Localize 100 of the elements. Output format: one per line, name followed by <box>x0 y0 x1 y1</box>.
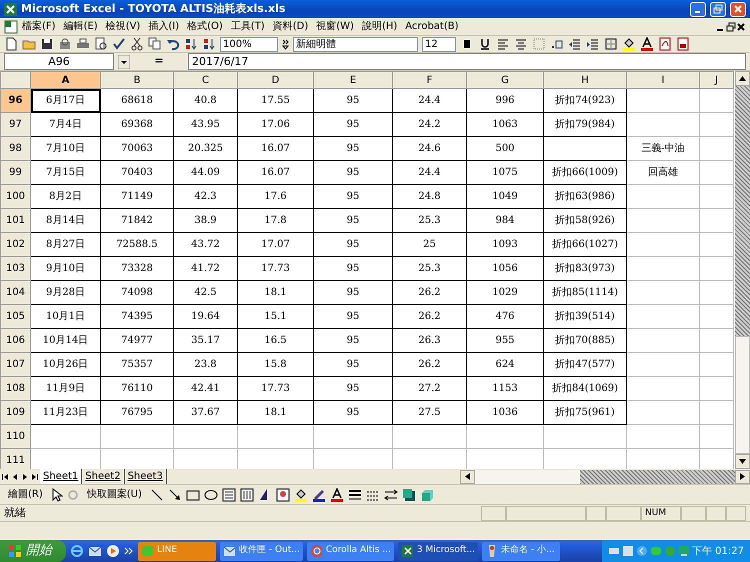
menu-item[interactable]: 檔案(F) <box>18 19 60 34</box>
autoshapes-menu[interactable]: 快取圖案(U) <box>82 487 146 502</box>
increase-indent-icon[interactable] <box>586 37 600 51</box>
start-button[interactable]: 開始 <box>0 540 66 562</box>
name-box[interactable]: A96 <box>4 53 114 70</box>
row-header[interactable]: 96 <box>0 88 30 112</box>
font-color-a-icon[interactable] <box>330 488 344 502</box>
line-color-icon[interactable] <box>312 488 326 502</box>
print-icon[interactable] <box>76 37 90 51</box>
fill-color-bucket-icon[interactable] <box>294 488 308 502</box>
sheet-tab[interactable]: Sheet1 <box>40 469 82 484</box>
row-header[interactable]: 107 <box>0 352 30 376</box>
row-header[interactable]: 109 <box>0 400 30 424</box>
menu-item[interactable]: 資料(D) <box>268 19 312 34</box>
scroll-right-icon[interactable] <box>740 473 745 480</box>
column-header[interactable]: A <box>30 72 100 88</box>
permission-icon[interactable] <box>58 37 72 51</box>
vertical-scrollbar[interactable] <box>735 71 750 469</box>
scroll-down-icon[interactable] <box>739 459 746 464</box>
column-header[interactable]: J <box>700 72 734 88</box>
menu-item[interactable]: 視窗(W) <box>312 19 358 34</box>
expand-tray-icon[interactable] <box>636 545 648 557</box>
oval-icon[interactable] <box>204 488 218 502</box>
line-style-icon[interactable] <box>348 488 362 502</box>
arrow-icon[interactable] <box>168 488 182 502</box>
undo-icon[interactable] <box>166 37 180 51</box>
cut-icon[interactable] <box>130 37 144 51</box>
help-icon[interactable] <box>622 545 634 557</box>
row-header[interactable]: 101 <box>0 208 30 232</box>
browser-e-icon[interactable] <box>70 544 84 558</box>
row-header[interactable]: 108 <box>0 376 30 400</box>
row-header[interactable]: 105 <box>0 304 30 328</box>
menu-item[interactable]: 說明(H) <box>358 19 402 34</box>
column-header[interactable]: G <box>466 72 544 88</box>
toolbar-options-icon[interactable] <box>282 38 289 50</box>
column-header[interactable]: H <box>544 72 626 88</box>
media-player-icon[interactable] <box>106 544 120 558</box>
close-icon[interactable] <box>736 22 746 32</box>
sheet-tab[interactable]: Sheet2 <box>82 469 125 484</box>
taskbar-button[interactable]: 未命名 - 小... <box>482 542 560 560</box>
active-cell[interactable]: 6月17日 <box>30 88 100 112</box>
zoom-dropdown[interactable]: 100% <box>220 36 278 52</box>
column-header[interactable]: B <box>100 72 174 88</box>
horizontal-scrollbar[interactable] <box>460 470 750 484</box>
row-header[interactable]: 111 <box>0 448 30 469</box>
print-preview-icon[interactable] <box>94 37 108 51</box>
shadow-icon[interactable] <box>402 488 416 502</box>
row-header[interactable]: 104 <box>0 280 30 304</box>
excel-logo-icon[interactable] <box>400 544 413 558</box>
scroll-left-icon[interactable] <box>465 473 470 480</box>
line-icon[interactable] <box>150 488 164 502</box>
column-header[interactable]: C <box>174 72 238 88</box>
more-chevron-icon[interactable] <box>124 546 134 556</box>
formula-field[interactable]: 2017/6/17 <box>188 53 746 70</box>
pdf-attach-icon[interactable] <box>676 37 690 51</box>
menu-item[interactable]: 檢視(V) <box>102 19 144 34</box>
row-header[interactable]: 103 <box>0 256 30 280</box>
menu-item[interactable]: 編輯(E) <box>60 19 102 34</box>
column-header[interactable]: F <box>392 72 466 88</box>
scroll-up-icon[interactable] <box>739 76 746 81</box>
row-header[interactable]: 99 <box>0 160 30 184</box>
menu-item[interactable]: 插入(I) <box>144 19 184 34</box>
browser-icon[interactable] <box>310 544 322 558</box>
row-header[interactable]: 110 <box>0 424 30 448</box>
sheet-tab[interactable]: Sheet3 <box>124 469 167 484</box>
dropdown-arrow-icon[interactable] <box>118 54 130 68</box>
arrow-style-icon[interactable] <box>384 488 398 502</box>
column-header[interactable]: E <box>314 72 392 88</box>
minimize-button[interactable] <box>690 2 706 16</box>
font-color-icon[interactable] <box>640 37 654 51</box>
taskbar-button[interactable]: Corolla Altis ... <box>306 542 394 560</box>
row-header[interactable]: 97 <box>0 112 30 136</box>
menu-item[interactable]: Acrobat(B) <box>401 19 462 34</box>
taskbar-button[interactable]: 3 Microsoft... <box>398 542 478 560</box>
rectangle-icon[interactable] <box>186 488 200 502</box>
restore-button[interactable] <box>710 2 726 16</box>
mail-icon[interactable] <box>223 544 235 558</box>
menu-item[interactable]: 格式(O) <box>183 19 227 34</box>
keyboard-icon[interactable] <box>608 545 620 557</box>
row-header[interactable]: 102 <box>0 232 30 256</box>
underline-icon[interactable] <box>478 37 492 51</box>
menu-item[interactable]: 工具(T) <box>226 19 269 34</box>
sort-descending-icon[interactable] <box>202 37 216 51</box>
excel-sheet-icon[interactable] <box>4 20 18 34</box>
mail-icon[interactable] <box>88 544 102 558</box>
row-header[interactable]: 106 <box>0 328 30 352</box>
row-header[interactable]: 98 <box>0 136 30 160</box>
font-size-dropdown[interactable]: 12 <box>422 36 456 52</box>
row-header[interactable]: 100 <box>0 184 30 208</box>
vertical-text-box-icon[interactable] <box>240 488 254 502</box>
spelling-icon[interactable] <box>112 37 126 51</box>
align-left-icon[interactable] <box>496 37 510 51</box>
pdf-convert-icon[interactable] <box>658 37 672 51</box>
select-pointer-icon[interactable] <box>50 488 63 502</box>
font-dropdown[interactable]: 新細明體 <box>293 36 418 52</box>
taskbar-button[interactable]: 收件匣 - Out... <box>220 542 303 560</box>
close-button[interactable] <box>730 2 746 16</box>
cell-borders-icon[interactable] <box>604 37 618 51</box>
copy-icon[interactable] <box>148 37 162 51</box>
save-icon[interactable] <box>40 37 54 51</box>
